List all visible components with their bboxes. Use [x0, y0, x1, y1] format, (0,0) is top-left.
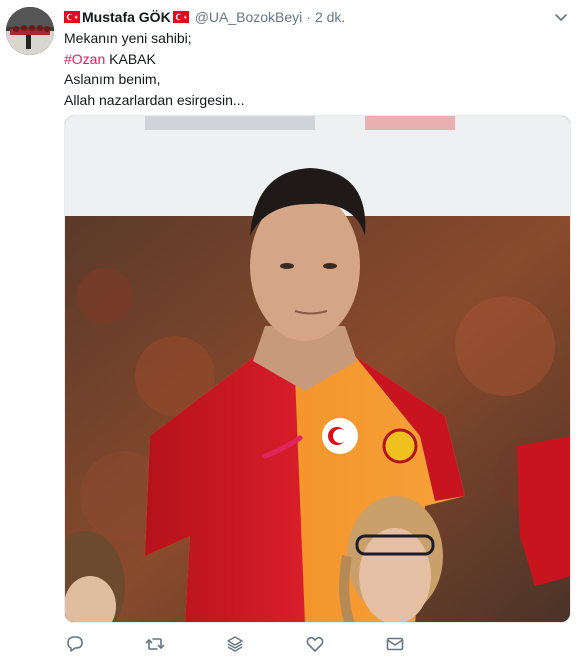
turkey-flag-icon [172, 11, 189, 23]
tweet-card[interactable]: Mustafa GÖK @UA_BozokBeyi · 2 dk. Mekanı… [0, 0, 578, 661]
heart-icon[interactable] [304, 633, 326, 655]
tweet-text-fragment: KABAK [105, 50, 156, 67]
player-photo-illustration [65, 116, 570, 622]
tweet-text-line: Allah nazarlardan esirgesin... [64, 91, 245, 108]
author-handle[interactable]: @UA_BozokBeyi [195, 9, 303, 25]
tweet-text-line: Aslanım benim, [64, 71, 161, 87]
reply-icon[interactable] [64, 633, 86, 655]
tweet-timestamp[interactable]: 2 dk. [315, 9, 345, 25]
hashtag-link[interactable]: #Ozan [64, 51, 105, 67]
tweet-photo[interactable] [64, 115, 571, 623]
turkey-flag-icon [64, 11, 80, 23]
tweet-text-line: #Ozan KABAK [64, 49, 245, 70]
separator-dot: · [306, 9, 311, 25]
envelope-icon[interactable] [384, 633, 406, 655]
tweet-text-line: Mekanın yeni sahibi; [64, 30, 192, 46]
tweet-actions [64, 633, 484, 657]
chevron-down-icon[interactable] [553, 9, 569, 25]
retweet-icon[interactable] [144, 633, 166, 655]
author-display-name[interactable]: Mustafa GÖK [82, 9, 171, 25]
tweet-text: Mekanın yeni sahibi; #Ozan KABAK Aslanım… [64, 28, 245, 110]
avatar[interactable] [6, 7, 54, 55]
tweet-header: Mustafa GÖK @UA_BozokBeyi · 2 dk. [64, 7, 345, 27]
stack-icon[interactable] [224, 633, 246, 655]
